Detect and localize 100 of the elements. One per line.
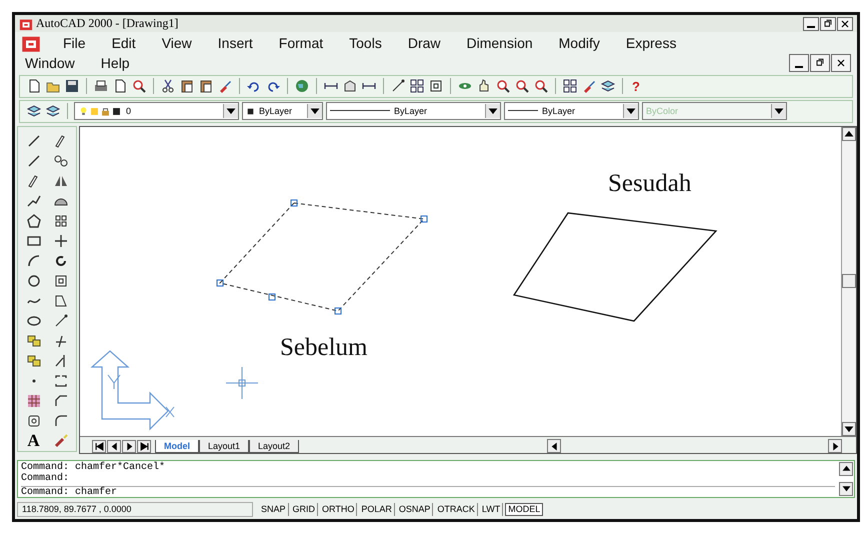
menu-item[interactable]: Window: [21, 55, 79, 72]
drawing-label: Sebelum: [280, 334, 368, 361]
scroll-thumb[interactable]: [842, 274, 856, 288]
status-toggle[interactable]: ORTHO: [320, 502, 358, 516]
scroll-up-button[interactable]: [839, 462, 853, 476]
lock-icon: [100, 106, 111, 117]
scissors-icon[interactable]: [160, 78, 176, 94]
menu-item[interactable]: Modify: [554, 34, 604, 51]
menu-item[interactable]: Express: [622, 34, 680, 51]
arrow-down-icon: [844, 424, 854, 434]
hatch-icon[interactable]: [26, 392, 42, 409]
polygon-icon[interactable]: [26, 212, 42, 229]
minimize-icon: [807, 26, 815, 28]
scroll-up-button[interactable]: [842, 126, 856, 141]
layers-icon[interactable]: [26, 103, 42, 120]
close-button[interactable]: [831, 54, 851, 72]
dropdown[interactable]: ByLayer: [326, 102, 501, 120]
text-tool-button[interactable]: A: [27, 430, 40, 451]
magnifier-icon[interactable]: [131, 78, 147, 94]
chamfer-icon[interactable]: [52, 392, 68, 409]
dropdown[interactable]: ByLayer: [504, 102, 639, 120]
command-line: Command: chamfer: [21, 486, 835, 498]
arrow-down-icon: [842, 484, 850, 494]
menu-item[interactable]: View: [158, 34, 196, 51]
menu-item[interactable]: Insert: [214, 34, 257, 51]
magnifier-icon[interactable]: [495, 78, 511, 94]
grid-icon[interactable]: [409, 78, 425, 94]
paste-icon[interactable]: [198, 78, 214, 94]
dropdown-arrow-icon: [226, 106, 236, 116]
vertical-scrollbar[interactable]: [841, 126, 856, 436]
scroll-right-button[interactable]: [828, 439, 842, 454]
menu-item[interactable]: File: [59, 34, 90, 51]
circles-icon[interactable]: [52, 152, 68, 169]
dropdown: ByColor: [642, 102, 787, 120]
status-toggle[interactable]: GRID: [290, 502, 318, 516]
scroll-down-button[interactable]: [842, 422, 856, 436]
arrow-up-icon: [842, 464, 850, 474]
status-toggle[interactable]: MODEL: [505, 502, 544, 516]
window-icon[interactable]: [428, 78, 444, 94]
block-icon[interactable]: [26, 332, 42, 349]
line-sample-icon: [330, 109, 390, 114]
magnifier-icon[interactable]: [533, 78, 549, 94]
color-swatch-icon: [246, 106, 255, 116]
layout-tab[interactable]: Layout1: [199, 440, 250, 453]
menu-item[interactable]: Help: [96, 55, 134, 72]
magnifier-icon[interactable]: [514, 78, 530, 94]
explode-icon[interactable]: [52, 432, 68, 449]
copy-icon[interactable]: [179, 78, 195, 94]
status-toggle[interactable]: OSNAP: [396, 502, 434, 516]
restore-button[interactable]: [810, 54, 830, 72]
tab-nav-button[interactable]: [137, 440, 151, 453]
minimize-button[interactable]: [803, 16, 819, 31]
dropdown-arrow-icon: [626, 106, 636, 116]
minimize-button[interactable]: [789, 54, 809, 72]
arrow-up-icon: [844, 128, 854, 139]
status-toggle[interactable]: OTRACK: [435, 502, 478, 516]
layers-icon[interactable]: [45, 103, 61, 120]
menu-item[interactable]: Tools: [345, 34, 386, 51]
status-toggle[interactable]: POLAR: [359, 502, 395, 516]
app-logo-icon: [19, 16, 33, 31]
color-swatch-icon: [111, 106, 122, 117]
restore-button[interactable]: [820, 16, 836, 31]
menu-item[interactable]: Format: [274, 34, 328, 51]
menu-item[interactable]: Dimension: [462, 34, 537, 51]
building-icon[interactable]: [342, 78, 358, 94]
help-button[interactable]: ?: [629, 78, 643, 94]
dropdown[interactable]: ByLayer: [242, 102, 323, 120]
dropdown[interactable]: 0: [74, 102, 239, 120]
arc-icon[interactable]: [26, 252, 42, 269]
layout-tab[interactable]: Model: [155, 440, 199, 453]
move-icon[interactable]: [52, 232, 68, 249]
window-title: AutoCAD 2000 - [Drawing1]: [36, 16, 180, 32]
break-icon[interactable]: [52, 372, 68, 389]
camera-icon[interactable]: [26, 412, 42, 429]
globe-icon[interactable]: [294, 78, 310, 94]
fillet-icon[interactable]: [52, 412, 68, 429]
close-button[interactable]: [837, 16, 853, 31]
scroll-left-button[interactable]: [547, 439, 562, 454]
dropdown-arrow-icon: [488, 106, 498, 116]
stretch-icon[interactable]: [52, 292, 68, 309]
circle-icon[interactable]: [26, 272, 42, 289]
menu-item[interactable]: Edit: [108, 34, 140, 51]
arrow-right-icon: [830, 442, 840, 451]
arrow-left-icon: [550, 442, 559, 451]
dropdown-arrow-icon: [310, 106, 320, 116]
scroll-down-button[interactable]: [839, 482, 853, 496]
menu-item[interactable]: Draw: [404, 34, 444, 51]
drawing-canvas[interactable]: Sesudah Sebelum: [80, 126, 841, 436]
command-window[interactable]: Command: chamfer*Cancel* Command: Command: chamfer: [17, 460, 855, 498]
save-icon[interactable]: [64, 78, 80, 94]
array-icon[interactable]: [52, 212, 68, 229]
layout-tab[interactable]: Layout2: [249, 440, 300, 453]
tab-nav-button[interactable]: [92, 440, 106, 453]
status-toggle[interactable]: LWT: [480, 502, 504, 516]
scale-icon[interactable]: [52, 272, 68, 289]
tab-nav-button[interactable]: [122, 440, 136, 453]
status-toggle[interactable]: SNAP: [259, 502, 289, 516]
block-icon[interactable]: [26, 352, 42, 369]
tab-nav-button[interactable]: [107, 440, 121, 453]
crosshair-cursor: [226, 366, 258, 400]
